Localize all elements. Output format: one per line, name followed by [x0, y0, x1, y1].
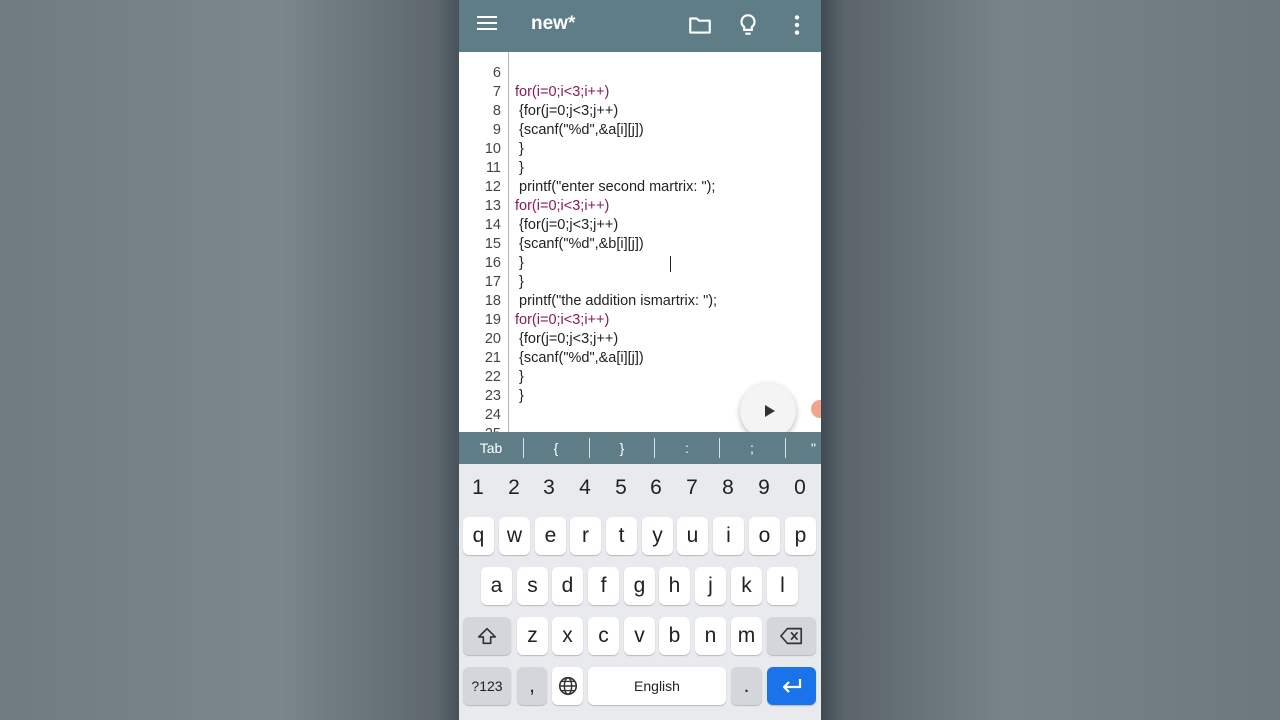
app-bar: new* — [459, 0, 821, 52]
key-o[interactable]: o — [749, 517, 780, 555]
menu-icon[interactable] — [477, 16, 497, 34]
enter-key[interactable] — [767, 667, 816, 705]
code-line: 18 for(i=0;i<3;i++) — [459, 273, 821, 328]
key-z[interactable]: z — [517, 617, 548, 655]
key-d[interactable]: d — [552, 567, 583, 605]
period-key[interactable]: . — [731, 667, 762, 705]
backspace-key[interactable] — [767, 617, 816, 655]
key-2[interactable]: 2 — [496, 474, 532, 502]
code-line: 20 {scanf("%d",&a[i][j]) — [459, 311, 821, 366]
key-8[interactable]: 8 — [710, 474, 746, 502]
shift-icon — [477, 627, 497, 645]
key-a[interactable]: a — [481, 567, 512, 605]
key-6[interactable]: 6 — [638, 474, 674, 502]
code-line: 16 } — [459, 235, 821, 290]
symbol-key[interactable]: Tab — [459, 432, 523, 464]
symbol-divider — [785, 438, 786, 458]
key-m[interactable]: m — [731, 617, 762, 655]
key-x[interactable]: x — [552, 617, 583, 655]
code-line: 13 {for(j=0;j<3;j++) — [459, 178, 821, 233]
key-3[interactable]: 3 — [531, 474, 567, 502]
key-p[interactable]: p — [785, 517, 816, 555]
key-c[interactable]: c — [588, 617, 619, 655]
key-i[interactable]: i — [713, 517, 744, 555]
symbol-key[interactable]: : — [655, 432, 719, 464]
code-line: 21 } — [459, 330, 821, 385]
symbol-key[interactable]: } — [590, 432, 654, 464]
text-cursor — [670, 256, 671, 272]
space-bar[interactable]: English — [588, 667, 726, 705]
key-f[interactable]: f — [588, 567, 619, 605]
key-0[interactable]: 0 — [782, 474, 818, 502]
background-left — [0, 0, 459, 720]
code-line: 10 } — [459, 121, 821, 176]
code-editor[interactable]: 6 for(i=0;i<3;i++) 7 {for(j=0;j<3;j++) 8… — [459, 52, 821, 432]
lightbulb-icon[interactable] — [735, 12, 761, 38]
enter-icon — [782, 679, 801, 693]
key-r[interactable]: r — [570, 517, 601, 555]
key-w[interactable]: w — [499, 517, 530, 555]
backspace-icon — [779, 627, 802, 645]
key-5[interactable]: 5 — [603, 474, 639, 502]
file-title: new* — [531, 13, 576, 34]
code-line: 19 {for(j=0;j<3;j++) — [459, 292, 821, 347]
key-v[interactable]: v — [624, 617, 655, 655]
key-n[interactable]: n — [695, 617, 726, 655]
key-y[interactable]: y — [642, 517, 673, 555]
code-line: 11 printf("enter second martrix: "); — [459, 140, 821, 195]
key-t[interactable]: t — [606, 517, 637, 555]
key-b[interactable]: b — [659, 617, 690, 655]
key-u[interactable]: u — [677, 517, 708, 555]
code-line: 22 } — [459, 349, 821, 404]
key-e[interactable]: e — [535, 517, 566, 555]
key-4[interactable]: 4 — [567, 474, 603, 502]
symbol-bar: Tab { } : ; " — [459, 432, 821, 464]
key-q[interactable]: q — [463, 517, 494, 555]
code-line: 6 for(i=0;i<3;i++) — [459, 52, 821, 100]
on-screen-keyboard: 1 2 3 4 5 6 7 8 9 0 q w e r t y u i o p … — [459, 464, 821, 720]
key-h[interactable]: h — [659, 567, 690, 605]
symbol-key[interactable]: { — [524, 432, 588, 464]
key-j[interactable]: j — [695, 567, 726, 605]
symbol-key[interactable]: " — [811, 432, 821, 464]
play-icon — [765, 405, 775, 417]
key-l[interactable]: l — [767, 567, 798, 605]
code-line: 15 } — [459, 216, 821, 271]
key-7[interactable]: 7 — [674, 474, 710, 502]
symbol-key[interactable]: ; — [720, 432, 784, 464]
key-1[interactable]: 1 — [460, 474, 496, 502]
code-line: 14 {scanf("%d",&b[i][j]) — [459, 197, 821, 252]
globe-icon — [558, 676, 577, 696]
code-line: 9 } — [459, 102, 821, 157]
code-line: 7 {for(j=0;j<3;j++) — [459, 64, 821, 119]
key-s[interactable]: s — [517, 567, 548, 605]
code-line: 8 {scanf("%d",&a[i][j]) — [459, 83, 821, 138]
key-k[interactable]: k — [731, 567, 762, 605]
more-vert-icon[interactable] — [784, 12, 810, 38]
code-line: 17 printf("the addition ismartrix: "); — [459, 254, 821, 309]
symbols-key[interactable]: ?123 — [463, 667, 511, 705]
folder-icon[interactable] — [687, 12, 713, 38]
language-key[interactable] — [552, 667, 583, 705]
key-g[interactable]: g — [624, 567, 655, 605]
code-line: 12 for(i=0;i<3;i++) — [459, 159, 821, 214]
comma-key[interactable]: , — [517, 667, 547, 705]
phone-screen: new* 6 for(i=0;i<3;i++) 7 {for(j=0;j<3;j… — [459, 0, 821, 720]
shift-key[interactable] — [463, 617, 511, 655]
run-button[interactable] — [740, 383, 796, 439]
background-right — [821, 0, 1280, 720]
key-9[interactable]: 9 — [746, 474, 782, 502]
